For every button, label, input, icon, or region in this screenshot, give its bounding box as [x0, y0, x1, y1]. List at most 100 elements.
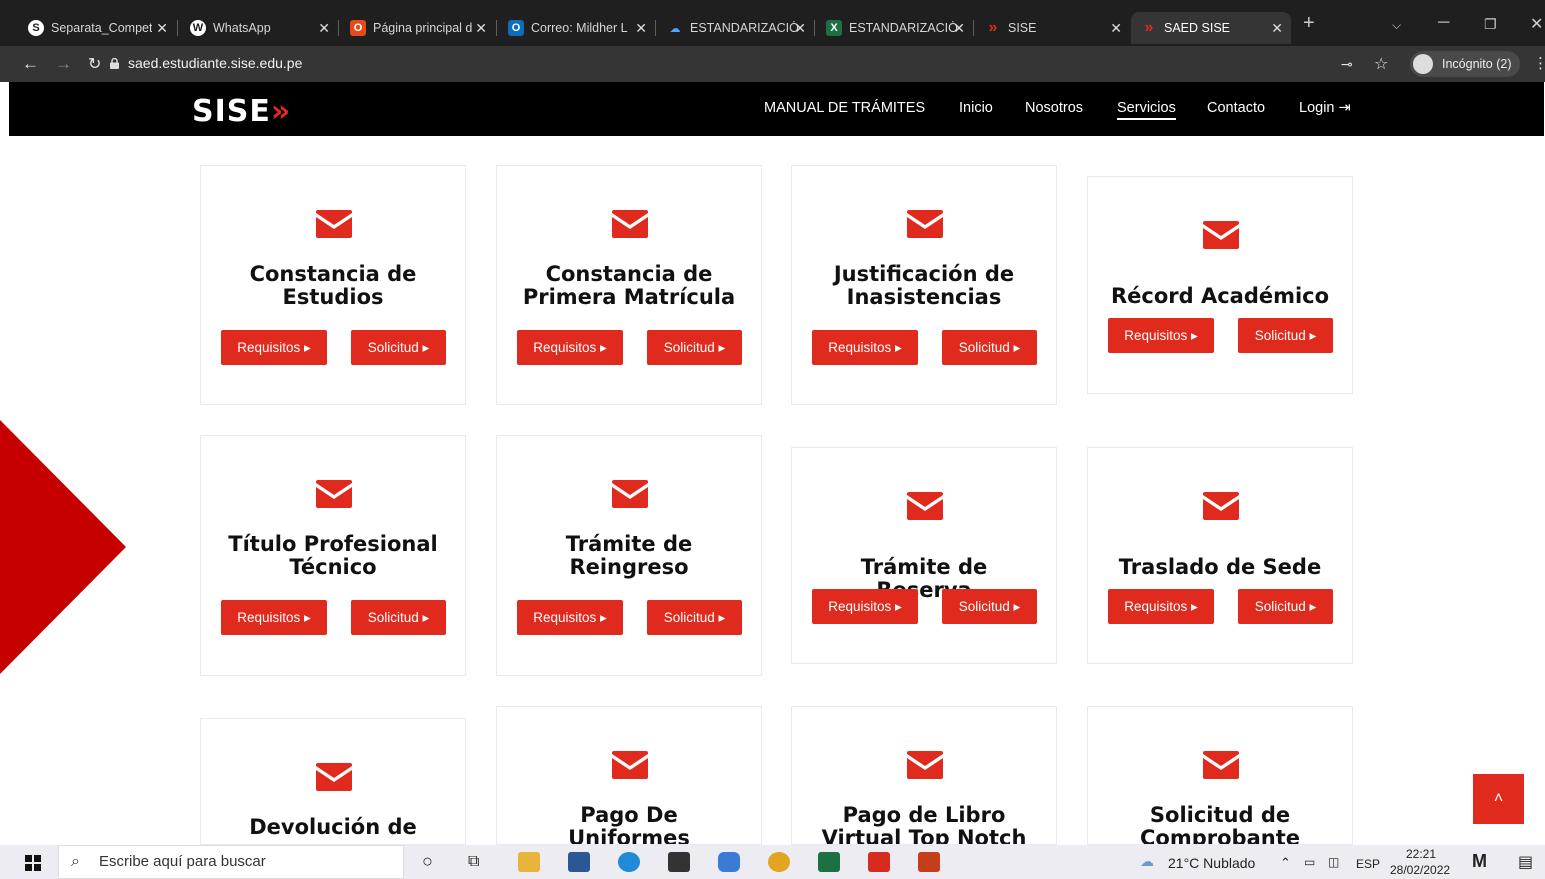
tab-outlook[interactable]: O Correo: Mildher L ✕	[498, 12, 655, 44]
key-icon[interactable]: ⊸	[1341, 56, 1353, 73]
requisitos-button[interactable]: Requisitos ▸	[1108, 318, 1214, 353]
forward-icon[interactable]: →	[55, 54, 72, 74]
close-icon[interactable]: ✕	[318, 20, 330, 37]
new-tab-icon[interactable]: +	[1303, 12, 1315, 35]
app-icon[interactable]	[718, 852, 740, 872]
mail-icon[interactable]	[668, 852, 690, 872]
menu-servicios[interactable]: Servicios	[1117, 100, 1176, 120]
acrobat-icon[interactable]	[868, 852, 890, 872]
search-icon: ⌕	[71, 853, 80, 870]
close-icon[interactable]: ✕	[1271, 20, 1283, 37]
card-title: Traslado de Sede	[1118, 555, 1322, 579]
requisitos-button[interactable]: Requisitos ▸	[517, 600, 623, 635]
language-indicator[interactable]: ESP	[1356, 857, 1380, 871]
menu-contacto[interactable]: Contacto	[1207, 100, 1265, 116]
tab-office[interactable]: O Página principal d ✕	[340, 12, 495, 44]
tab-whatsapp[interactable]: W WhatsApp ✕	[180, 12, 338, 44]
menu-login[interactable]: Login ⇥	[1299, 100, 1351, 116]
weather-text[interactable]: 21°C Nublado	[1168, 855, 1255, 871]
service-card: Solicitud de Comprobante	[1087, 706, 1353, 845]
file-explorer-icon[interactable]	[518, 852, 540, 872]
windows-start-icon[interactable]	[25, 855, 41, 871]
card-title: Pago De Uniformes	[568, 803, 690, 845]
close-icon[interactable]: ✕	[794, 20, 806, 37]
excel-taskbar-icon[interactable]	[818, 852, 840, 872]
url-field[interactable]: saed.estudiante.sise.edu.pe	[128, 55, 302, 71]
card-title: Trámite de Reingreso	[565, 532, 693, 579]
menu-manual-tramites[interactable]: MANUAL DE TRÁMITES	[764, 100, 925, 116]
powerpoint-icon[interactable]	[918, 852, 940, 872]
card-title: Constancia de Primera Matrícula	[522, 262, 736, 309]
incognito-icon	[1413, 54, 1433, 74]
tab-search-icon[interactable]: ⌵	[1392, 18, 1401, 33]
tab-onedrive[interactable]: ☁ ESTANDARIZACIÓ ✕	[657, 12, 814, 44]
minimize-icon[interactable]: ─	[1438, 14, 1449, 32]
close-icon[interactable]: ✕	[635, 20, 647, 37]
tray-chevron-icon[interactable]: ⌃	[1280, 855, 1291, 871]
edge-icon[interactable]	[618, 852, 640, 872]
requisitos-button[interactable]: Requisitos ▸	[812, 589, 918, 624]
solicitud-button[interactable]: Solicitud ▸	[942, 589, 1037, 624]
solicitud-button[interactable]: Solicitud ▸	[1238, 589, 1333, 624]
tab-label: SISE	[1008, 21, 1037, 35]
notifications-icon[interactable]: ▤	[1518, 852, 1533, 872]
close-icon[interactable]: ✕	[156, 20, 168, 37]
sise-logo[interactable]: SISE»	[192, 94, 291, 129]
word-icon[interactable]	[568, 852, 590, 872]
site-header: SISE» MANUAL DE TRÁMITES Inicio Nosotros…	[9, 82, 1544, 136]
solicitud-button[interactable]: Solicitud ▸	[1238, 318, 1333, 353]
close-icon[interactable]: ✕	[1110, 20, 1122, 37]
tab-label: Correo: Mildher L	[531, 21, 628, 35]
close-icon[interactable]: ✕	[475, 20, 487, 37]
requisitos-button[interactable]: Requisitos ▸	[221, 600, 327, 635]
network-icon[interactable]: ▭	[1304, 855, 1315, 869]
menu-inicio[interactable]: Inicio	[959, 100, 993, 116]
tab-label: ESTANDARIZACIÓ	[690, 21, 799, 35]
clock-time[interactable]: 22:21	[1406, 847, 1436, 861]
whatsapp-icon: W	[190, 20, 206, 36]
requisitos-button[interactable]: Requisitos ▸	[812, 330, 918, 365]
tab-sise[interactable]: » SISE ✕	[975, 12, 1130, 44]
reload-icon[interactable]: ↻	[88, 54, 101, 74]
solicitud-button[interactable]: Solicitud ▸	[647, 600, 742, 635]
menu-nosotros[interactable]: Nosotros	[1025, 100, 1083, 116]
taskbar-search-input[interactable]: ⌕ Escribe aquí para buscar	[58, 845, 404, 879]
menu-dots-icon[interactable]: ⋮	[1533, 54, 1545, 72]
volume-icon[interactable]: ◫	[1328, 855, 1339, 869]
card-title: Título Profesional Técnico	[228, 532, 438, 579]
tab-separata[interactable]: S Separata_Compet ✕	[18, 12, 176, 44]
chrome-icon[interactable]	[768, 852, 790, 872]
solicitud-button[interactable]: Solicitud ▸	[942, 330, 1037, 365]
requisitos-button[interactable]: Requisitos ▸	[517, 330, 623, 365]
task-view-icon[interactable]: ⧉	[468, 853, 479, 871]
scroll-top-button[interactable]: ˄	[1473, 774, 1524, 824]
service-card: Constancia de Primera Matrícula Requisito…	[496, 165, 762, 405]
requisitos-button[interactable]: Requisitos ▸	[221, 330, 327, 365]
tab-excel[interactable]: X ESTANDARIZACIÓ ✕	[816, 12, 973, 44]
solicitud-button[interactable]: Solicitud ▸	[351, 330, 446, 365]
logo-text: SISE	[192, 94, 271, 129]
back-icon[interactable]: ←	[22, 54, 39, 74]
incognito-badge[interactable]: Incógnito (2)	[1410, 51, 1520, 77]
service-card: Constancia de Estudios Requisitos ▸ Solici…	[200, 165, 466, 405]
requisitos-button[interactable]: Requisitos ▸	[1108, 589, 1214, 624]
service-card: Pago De Uniformes	[496, 706, 762, 845]
close-icon[interactable]: ✕	[953, 20, 965, 37]
tab-saed-sise[interactable]: » SAED SISE ✕	[1131, 12, 1291, 44]
decorative-arrow	[0, 420, 126, 674]
close-window-icon[interactable]: ✕	[1530, 14, 1543, 34]
envelope-icon	[907, 751, 943, 779]
star-icon[interactable]: ☆	[1374, 54, 1388, 74]
restore-icon[interactable]: ❐	[1484, 16, 1497, 33]
card-title: Pago de Libro Virtual Top Notch 3	[821, 803, 1027, 845]
excel-icon: X	[826, 20, 842, 36]
envelope-icon	[316, 480, 352, 508]
clock-date[interactable]: 28/02/2022	[1390, 863, 1450, 877]
cortana-icon[interactable]: ○	[422, 851, 433, 872]
envelope-icon	[612, 751, 648, 779]
app-m-icon[interactable]: M	[1472, 851, 1487, 872]
solicitud-button[interactable]: Solicitud ▸	[647, 330, 742, 365]
solicitud-button[interactable]: Solicitud ▸	[351, 600, 446, 635]
sise-chevron-icon: »	[988, 19, 998, 36]
envelope-icon	[1203, 221, 1239, 249]
